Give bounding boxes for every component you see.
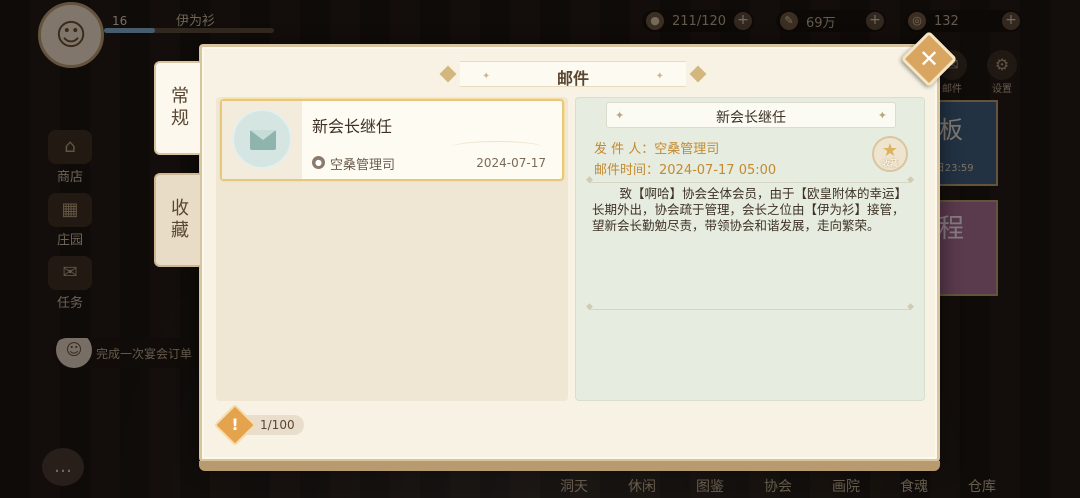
- mail-subject: 新会长继任: [312, 117, 393, 136]
- decorative-swirl: [452, 141, 542, 153]
- favorite-label: 收藏: [882, 159, 898, 168]
- title-plate: ✦ 邮件 ✦: [460, 61, 686, 88]
- diamond-ornament-icon: [439, 65, 457, 83]
- mail-time: 邮件时间：2024-07-17 05:00: [594, 159, 776, 178]
- time-label: 邮件时间：: [594, 163, 660, 178]
- tab-label: 收藏: [168, 198, 189, 242]
- mail-detail: ✦ 新会长继任 ✦ 发 件 人：空桑管理司 邮件时间：2024-07-17 05…: [575, 97, 925, 401]
- tab-favorite[interactable]: 收藏: [154, 173, 200, 267]
- sparkle-icon: ✦: [877, 109, 887, 122]
- dialog-title: 邮件: [556, 69, 589, 88]
- time-value: 2024-07-17 05:00: [659, 163, 777, 178]
- mail-sender: 空桑管理司: [330, 158, 396, 173]
- tab-label: 常规: [168, 86, 189, 130]
- mail-from: 发 件 人：空桑管理司: [594, 138, 719, 157]
- dialog-title-bar: ✦ 邮件 ✦: [439, 61, 707, 88]
- diamond-ornament-icon: [689, 65, 707, 83]
- exclamation-glyph: !: [231, 415, 239, 434]
- mail-icon-area: [222, 101, 302, 179]
- mail-date: 2024-07-17: [476, 156, 546, 170]
- dialog-bottom-border: [199, 461, 940, 471]
- close-icon: ✕: [918, 45, 940, 73]
- warning-icon: !: [213, 403, 257, 447]
- favorite-button[interactable]: ★ 收藏: [872, 136, 908, 172]
- envelope-icon: [232, 109, 292, 169]
- person-icon: ●: [312, 156, 325, 169]
- from-value: 空桑管理司: [654, 142, 720, 157]
- sparkle-icon: ✦: [655, 71, 664, 82]
- mail-body: 致【啊哈】协会全体会员，由于【欧皇附体的幸运】长期外出，协会疏于管理，会长之位由…: [592, 186, 908, 233]
- from-label: 发 件 人：: [594, 142, 655, 157]
- mail-dialog: 常规 收藏 ✦ 邮件 ✦ ✕ 新会长继任 ● 空桑管理司 2024-07-17: [154, 30, 958, 471]
- divider: [586, 302, 914, 312]
- mail-list-item[interactable]: 新会长继任 ● 空桑管理司 2024-07-17: [220, 99, 564, 181]
- tab-normal[interactable]: 常规: [154, 61, 200, 155]
- divider: [586, 175, 914, 185]
- mail-list: 新会长继任 ● 空桑管理司 2024-07-17: [216, 97, 568, 401]
- detail-title: 新会长继任: [716, 110, 786, 126]
- detail-title-bar: ✦ 新会长继任 ✦: [606, 102, 896, 128]
